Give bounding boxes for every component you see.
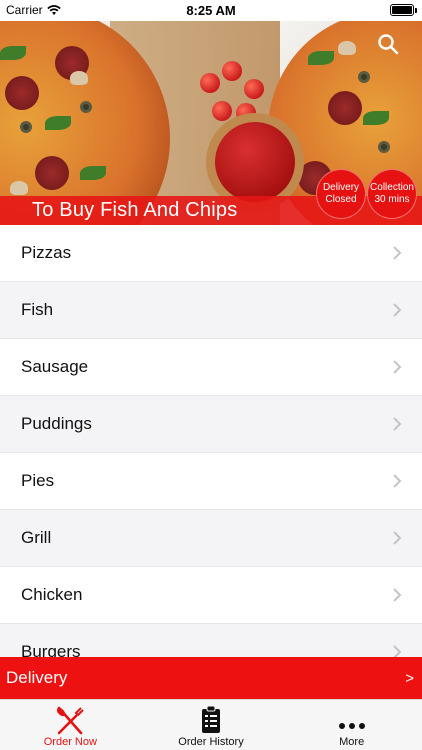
status-bar: Carrier 8:25 AM — [0, 0, 422, 21]
more-dots-icon — [338, 723, 365, 729]
tab-label: More — [339, 736, 365, 748]
shop-title: To Buy Fish And Chips — [32, 199, 238, 221]
search-icon[interactable] — [376, 32, 400, 56]
menu-item-pies[interactable]: Pies — [0, 453, 422, 510]
chevron-right-icon — [393, 531, 402, 545]
collection-status-badge: Collection 30 mins — [367, 169, 417, 219]
menu-item-label: Fish — [21, 300, 54, 319]
tomato-image — [222, 61, 242, 81]
chevron-right-icon — [393, 303, 402, 317]
delivery-mode-label: Delivery — [6, 668, 68, 687]
tab-bar: Order Now Order History More — [0, 699, 422, 750]
delivery-arrow: > — [405, 669, 414, 687]
delivery-mode-button[interactable]: Delivery > — [0, 657, 422, 699]
collection-badge-line2: 30 mins — [374, 194, 410, 205]
chevron-right-icon — [393, 417, 402, 431]
delivery-status-badge: Delivery Closed — [316, 169, 366, 219]
menu-item-grill[interactable]: Grill — [0, 510, 422, 567]
menu-item-label: Grill — [21, 528, 52, 547]
tomato-image — [212, 101, 232, 121]
delivery-badge-line2: Closed — [325, 194, 357, 205]
delivery-badge-line1: Delivery — [322, 182, 360, 193]
menu-item-label: Pizzas — [21, 243, 72, 262]
menu-item-sausage[interactable]: Sausage — [0, 339, 422, 396]
menu-item-label: Pies — [21, 471, 55, 490]
chevron-right-icon — [393, 474, 402, 488]
chevron-right-icon — [393, 588, 402, 602]
tab-label: Order Now — [43, 736, 97, 748]
tomato-image — [244, 79, 264, 99]
menu-item-label: Sausage — [21, 357, 89, 376]
menu-item-pizzas[interactable]: Pizzas — [0, 225, 422, 282]
tab-label: Order History — [178, 736, 244, 748]
menu-item-puddings[interactable]: Puddings — [0, 396, 422, 453]
menu-category-list[interactable]: Pizzas Fish Sausage Puddings Pies Grill … — [0, 225, 422, 657]
tab-more[interactable]: More — [281, 700, 422, 750]
tab-order-now[interactable]: Order Now — [0, 700, 141, 750]
tab-order-history[interactable]: Order History — [141, 700, 282, 750]
clipboard-list-icon — [202, 705, 220, 733]
fork-knife-icon — [57, 706, 85, 735]
menu-item-label: Chicken — [21, 585, 83, 604]
chevron-right-icon — [393, 360, 402, 374]
collection-badge-line1: Collection — [370, 182, 414, 193]
hero-banner: To Buy Fish And Chips Delivery Closed Co… — [0, 21, 422, 225]
battery-icon — [390, 4, 417, 16]
chevron-right-icon — [393, 246, 402, 260]
menu-item-chicken[interactable]: Chicken — [0, 567, 422, 624]
menu-item-label: Puddings — [21, 414, 92, 433]
menu-item-label: Burgers — [21, 642, 81, 657]
tomato-image — [200, 73, 220, 93]
chevron-right-icon — [393, 645, 402, 657]
menu-item-burgers[interactable]: Burgers — [0, 624, 422, 657]
menu-item-fish[interactable]: Fish — [0, 282, 422, 339]
status-time: 8:25 AM — [186, 3, 236, 18]
